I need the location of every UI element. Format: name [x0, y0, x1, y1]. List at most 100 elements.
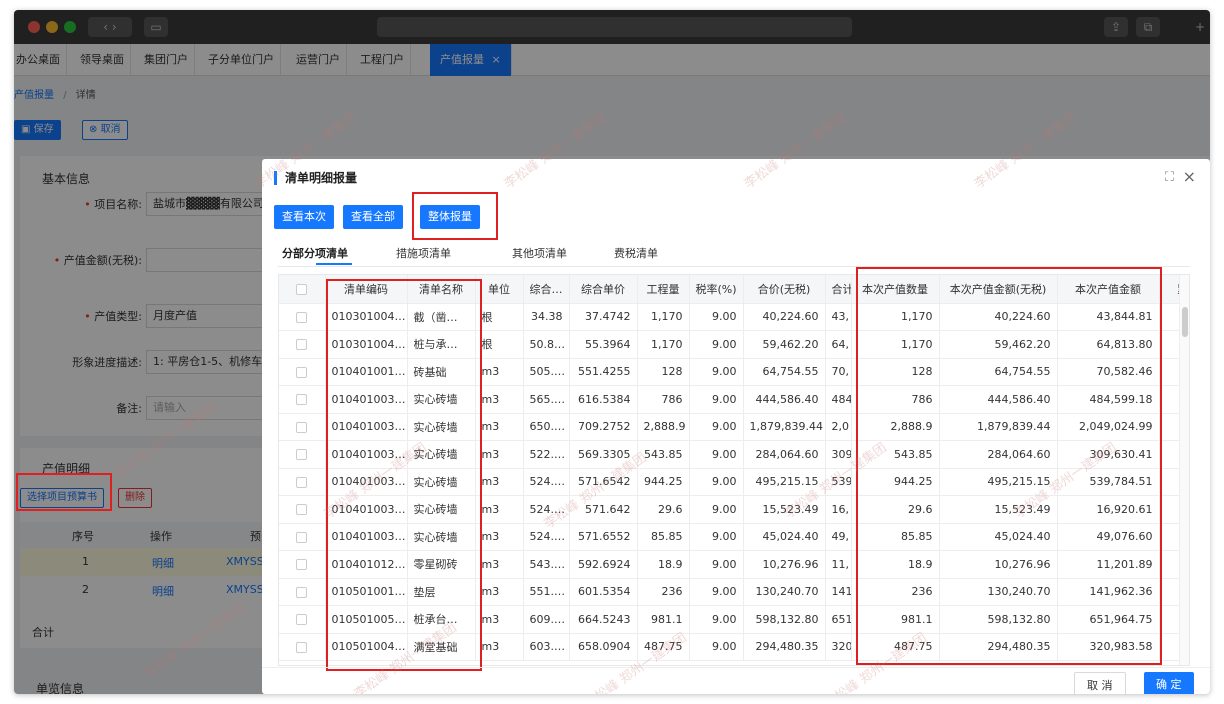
- view-current-button[interactable]: 查看本次: [274, 205, 334, 229]
- tab-measures[interactable]: 措施项清单: [396, 245, 451, 261]
- cell-quantity: 981.1: [637, 605, 690, 634]
- cell-total-ex-tax: 15,523.49: [743, 495, 826, 524]
- cell-bill-name: 截（凿…: [407, 303, 476, 331]
- cell-bill-code: 010401003…: [325, 495, 408, 524]
- cell-current-amount: 651,964.75: [1057, 605, 1160, 634]
- tab-divider: [278, 266, 1190, 267]
- cell-total-ex-tax: 40,224.60: [743, 303, 826, 331]
- bill-row[interactable]: 010401001… 砖基础 m3 505.… 551.4255 128 9.00 64,75…: [279, 358, 1189, 386]
- bill-row[interactable]: 010401003… 实心砖墙 m3 565.… 616.5384 786 9.00 444,…: [279, 385, 1189, 414]
- cell-current-qty: 2,888.9: [851, 413, 940, 441]
- cell-total-ex-tax: 294,480.35: [743, 633, 826, 661]
- cell-quantity: 786: [637, 385, 690, 414]
- cell-total: 2,0: [825, 413, 852, 441]
- col-composite-price: 综合单价: [569, 275, 638, 304]
- cell-total-ex-tax: 495,215.15: [743, 468, 826, 496]
- cell-current-amount: 70,582.46: [1057, 358, 1160, 386]
- row-checkbox[interactable]: [279, 468, 326, 496]
- cell-current-amount-ex-tax: 1,879,839.44: [939, 413, 1058, 441]
- cell-current-amount-ex-tax: 59,462.20: [939, 330, 1058, 359]
- cell-unit: m3: [475, 440, 524, 469]
- cell-total: 43,: [825, 303, 852, 331]
- cell-bill-code: 010401003…: [325, 523, 408, 551]
- tab-other-items[interactable]: 其他项清单: [512, 245, 567, 261]
- cell-current-qty: 85.85: [851, 523, 940, 551]
- row-checkbox[interactable]: [279, 495, 326, 524]
- cell-composite-price: 551.4255: [569, 358, 638, 386]
- cell-current-amount-ex-tax: 10,276.96: [939, 550, 1058, 579]
- cell-composite-price: 616.5384: [569, 385, 638, 414]
- cell-quantity: 944.25: [637, 468, 690, 496]
- cell-current-amount: 16,920.61: [1057, 495, 1160, 524]
- cell-total: 651: [825, 605, 852, 634]
- cell-tax-rate: 9.00: [689, 633, 744, 661]
- bill-row[interactable]: 010401012… 零星砌砖 m3 543.… 592.6924 18.9 9.00 10,…: [279, 550, 1189, 579]
- bill-row[interactable]: 010301004… 截（凿… 根 34.38 37.4742 1,170 9.00 40,2…: [279, 303, 1189, 331]
- bill-row[interactable]: 010401003… 实心砖墙 m3 524.… 571.6552 85.85 9.00 45…: [279, 523, 1189, 551]
- bill-table: 清单编码 清单名称 单位 综合… 综合单价 工程量 税率(%) 合价(无税) 合…: [278, 274, 1190, 666]
- cell-quantity: 1,170: [637, 303, 690, 331]
- cell-tax-rate: 9.00: [689, 413, 744, 441]
- cell-total-ex-tax: 1,879,839.44: [743, 413, 826, 441]
- bill-row[interactable]: 010401003… 实心砖墙 m3 524.… 571.642 29.6 9.00 15,5…: [279, 495, 1189, 524]
- cell-total: 70,: [825, 358, 852, 386]
- cell-composite: 551.…: [523, 578, 570, 606]
- tab-sub-items[interactable]: 分部分项清单: [282, 245, 348, 261]
- cell-composite-price: 664.5243: [569, 605, 638, 634]
- whole-report-button[interactable]: 整体报量: [420, 205, 480, 229]
- cell-current-qty: 981.1: [851, 605, 940, 634]
- cell-current-qty: 18.9: [851, 550, 940, 579]
- col-tax-rate: 税率(%): [689, 275, 744, 304]
- row-checkbox[interactable]: [279, 385, 326, 414]
- cell-bill-code: 010401003…: [325, 385, 408, 414]
- row-checkbox[interactable]: [279, 550, 326, 579]
- bill-row[interactable]: 010401003… 实心砖墙 m3 524.… 571.6542 944.25 9.00 4…: [279, 468, 1189, 496]
- cell-composite: 34.38: [523, 303, 570, 331]
- row-checkbox[interactable]: [279, 440, 326, 469]
- cell-bill-name: 实心砖墙: [407, 413, 476, 441]
- cell-total-ex-tax: 444,586.40: [743, 385, 826, 414]
- cell-composite: 603.…: [523, 633, 570, 661]
- cell-total: 49,: [825, 523, 852, 551]
- bill-row[interactable]: 010501004… 满堂基础 m3 603.… 658.0904 487.75 9.00 2…: [279, 633, 1189, 661]
- modal-ok-button[interactable]: 确 定: [1144, 672, 1194, 694]
- cell-unit: m3: [475, 550, 524, 579]
- table-scrollbar[interactable]: [1179, 275, 1189, 665]
- expand-icon[interactable]: ⛶: [1165, 170, 1174, 185]
- bill-row[interactable]: 010401003… 实心砖墙 m3 522.… 569.3305 543.85 9.00 2…: [279, 440, 1189, 469]
- bill-row[interactable]: 010501005… 桩承台… m3 609.… 664.5243 981.1 9.00 59…: [279, 605, 1189, 634]
- cell-quantity: 487.75: [637, 633, 690, 661]
- cell-quantity: 29.6: [637, 495, 690, 524]
- cell-total: 320: [825, 633, 852, 661]
- row-checkbox[interactable]: [279, 578, 326, 606]
- cell-current-amount: 2,049,024.99: [1057, 413, 1160, 441]
- col-bill-name: 清单名称: [407, 275, 476, 304]
- view-all-button[interactable]: 查看全部: [343, 205, 403, 229]
- cell-total-ex-tax: 10,276.96: [743, 550, 826, 579]
- bill-row[interactable]: 010401003… 实心砖墙 m3 650.… 709.2752 2,888.9 9.00…: [279, 413, 1189, 441]
- cell-composite-price: 571.6552: [569, 523, 638, 551]
- row-checkbox[interactable]: [279, 303, 326, 331]
- cell-tax-rate: 9.00: [689, 330, 744, 359]
- cell-current-amount: 43,844.81: [1057, 303, 1160, 331]
- cell-bill-code: 010501001…: [325, 578, 408, 606]
- row-checkbox[interactable]: [279, 330, 326, 359]
- close-icon[interactable]: ×: [1183, 167, 1196, 186]
- row-checkbox[interactable]: [279, 605, 326, 634]
- modal-cancel-button[interactable]: 取 消: [1074, 672, 1126, 694]
- cell-bill-code: 010401012…: [325, 550, 408, 579]
- bill-row[interactable]: 010501001… 垫层 m3 551.… 601.5354 236 9.00 130,24…: [279, 578, 1189, 606]
- row-checkbox[interactable]: [279, 358, 326, 386]
- browser-window: ‹ › ▭ ⇪ ⧉ + 办公桌面 领导桌面 集团门户 子分单位门户 运营门户 工…: [14, 10, 1210, 694]
- tab-fees-taxes[interactable]: 费税清单: [614, 245, 658, 261]
- bill-row[interactable]: 010301004… 桩与承… 根 50.8… 55.3964 1,170 9.00 59,4…: [279, 330, 1189, 359]
- col-current-amount: 本次产值金额: [1057, 275, 1160, 304]
- row-checkbox[interactable]: [279, 633, 326, 661]
- cell-bill-name: 垫层: [407, 578, 476, 606]
- cell-current-amount-ex-tax: 598,132.80: [939, 605, 1058, 634]
- row-checkbox[interactable]: [279, 413, 326, 441]
- select-all-checkbox[interactable]: [279, 275, 326, 304]
- scrollbar-thumb[interactable]: [1182, 307, 1188, 337]
- cell-current-amount-ex-tax: 294,480.35: [939, 633, 1058, 661]
- row-checkbox[interactable]: [279, 523, 326, 551]
